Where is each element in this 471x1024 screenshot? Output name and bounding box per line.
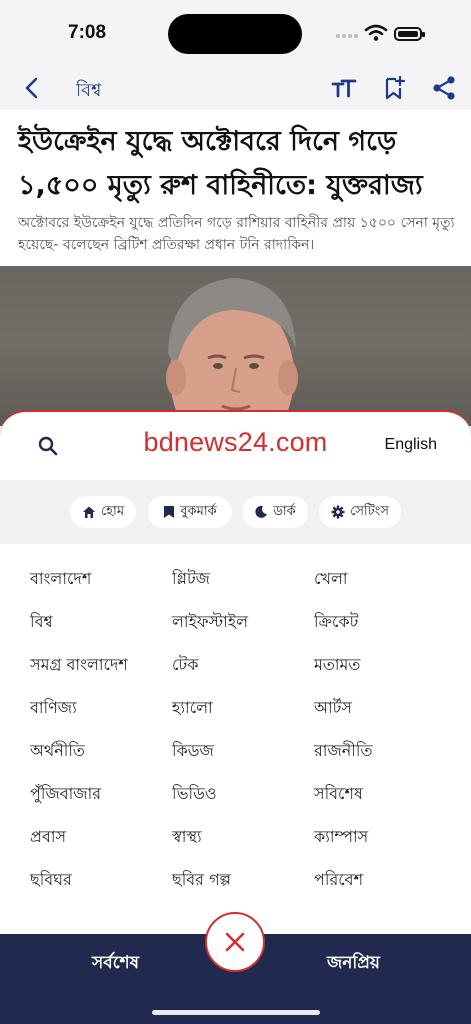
quick-links-bar: হোম বুকমার্ক ডার্ক সেটিংস bbox=[0, 480, 471, 544]
home-indicator bbox=[152, 1010, 320, 1015]
status-time: 7:08 bbox=[68, 22, 107, 43]
category-link[interactable]: আর্টস bbox=[314, 695, 352, 722]
article-headline: ইউক্রেইন যুদ্ধে অক্টোবরে দিনে গড়ে ১,৫০০… bbox=[18, 126, 423, 201]
category-link[interactable]: বিশ্ব bbox=[30, 609, 53, 636]
category-link[interactable]: বাণিজ্য bbox=[30, 695, 77, 722]
article-photo bbox=[0, 266, 471, 426]
category-link[interactable]: স্বাস্থ্য bbox=[172, 824, 202, 851]
tab-popular[interactable]: জনপ্রিয় bbox=[327, 950, 380, 978]
home-icon bbox=[82, 506, 95, 518]
article-summary: অক্টোবরে ইউক্রেইন যুদ্ধে প্রতিদিন গড়ে র… bbox=[18, 215, 455, 253]
category-link[interactable]: সবিশেষ bbox=[314, 781, 363, 808]
dynamic-island bbox=[168, 14, 302, 54]
moon-icon bbox=[255, 505, 268, 518]
home-label: হোম bbox=[100, 503, 125, 519]
category-link[interactable]: গ্লিটজ bbox=[172, 566, 210, 593]
settings-label: সেটিংস bbox=[350, 503, 389, 519]
battery-icon bbox=[394, 27, 425, 41]
category-link[interactable]: ভিডিও bbox=[172, 781, 217, 808]
category-link[interactable]: অর্থনীতি bbox=[30, 738, 85, 765]
category-link[interactable]: ক্রিকেট bbox=[314, 609, 358, 636]
status-bar: 7:08 bbox=[0, 0, 471, 66]
home-button[interactable]: হোম bbox=[70, 496, 136, 528]
category-link[interactable]: রাজনীতি bbox=[314, 738, 372, 765]
category-link[interactable]: সমগ্র বাংলাদেশ bbox=[30, 652, 128, 679]
category-link[interactable]: বাংলাদেশ bbox=[30, 566, 91, 593]
text-size-icon[interactable] bbox=[330, 74, 358, 102]
bookmark-icon bbox=[164, 506, 175, 518]
category-link[interactable]: লাইফস্টাইল bbox=[172, 609, 248, 636]
category-link[interactable]: ছবির গল্প bbox=[172, 867, 231, 894]
wifi-icon bbox=[364, 24, 388, 41]
category-link[interactable]: মতামত bbox=[314, 652, 360, 679]
category-link[interactable]: কিডজ bbox=[172, 738, 214, 765]
category-link[interactable]: ছবিঘর bbox=[30, 867, 72, 894]
dark-mode-button[interactable]: ডার্ক bbox=[242, 496, 308, 528]
portrait-image bbox=[166, 278, 298, 426]
cellular-signal-icon bbox=[336, 32, 360, 40]
language-toggle[interactable]: English bbox=[385, 436, 437, 454]
category-link[interactable]: খেলা bbox=[314, 566, 348, 593]
share-icon[interactable] bbox=[430, 74, 458, 102]
section-title[interactable]: বিশ্ব bbox=[76, 76, 101, 107]
bookmark-label: বুকমার্ক bbox=[180, 503, 217, 519]
category-link[interactable]: টেক bbox=[172, 652, 198, 679]
nav-bar: বিশ্ব bbox=[0, 66, 471, 110]
dark-mode-label: ডার্ক bbox=[273, 503, 296, 519]
category-link[interactable]: হ্যালো bbox=[172, 695, 213, 722]
chevron-left-icon[interactable] bbox=[20, 74, 44, 102]
category-link[interactable]: পুঁজিবাজার bbox=[30, 781, 101, 808]
settings-button[interactable]: সেটিংস bbox=[319, 496, 401, 528]
close-menu-button[interactable] bbox=[205, 912, 265, 972]
close-icon bbox=[225, 932, 245, 952]
category-link[interactable]: প্রবাস bbox=[30, 824, 66, 851]
tab-latest[interactable]: সর্বশেষ bbox=[92, 950, 139, 978]
category-link[interactable]: পরিবেশ bbox=[314, 867, 363, 894]
bookmark-button[interactable]: বুকমার্ক bbox=[148, 496, 232, 528]
category-link[interactable]: ক্যাম্পাস bbox=[314, 824, 368, 851]
gear-icon bbox=[331, 505, 345, 519]
bookmark-add-icon[interactable] bbox=[380, 74, 408, 102]
